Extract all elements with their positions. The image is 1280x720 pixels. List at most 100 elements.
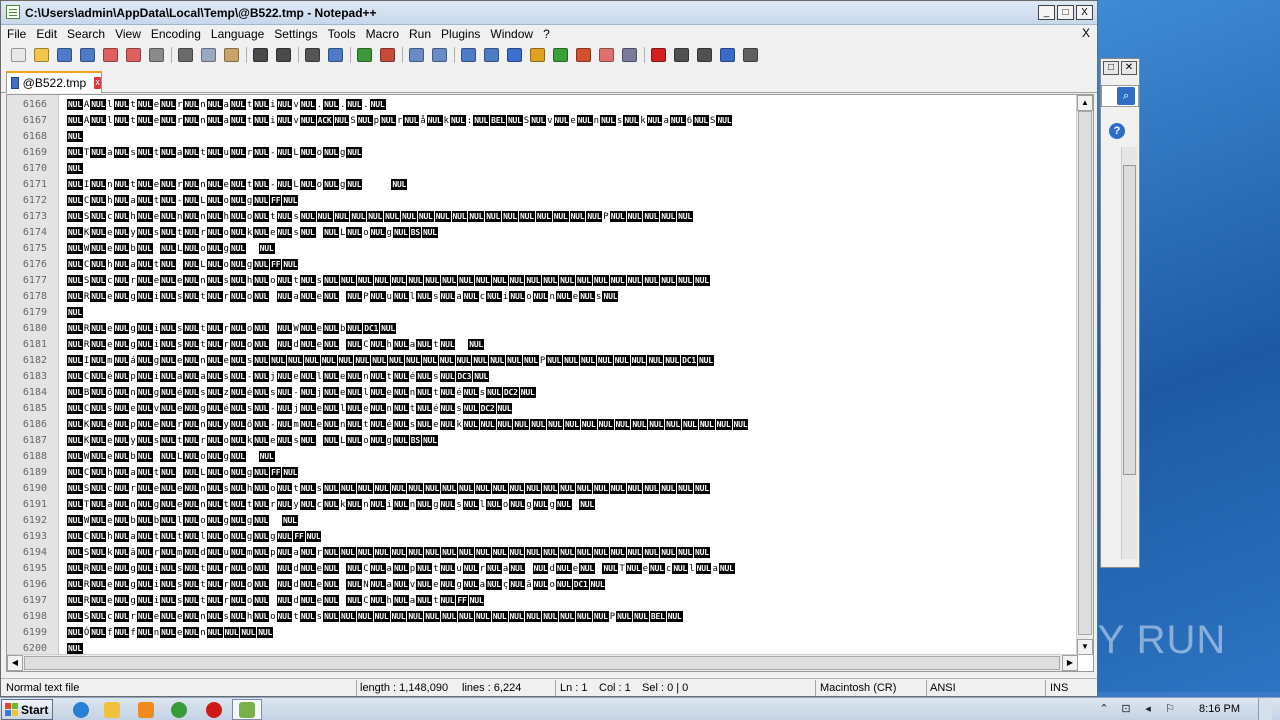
horizontal-scrollbar[interactable]: ◀ ▶	[7, 654, 1078, 671]
save-all-button[interactable]	[76, 45, 99, 65]
control-char-badge: ACK	[316, 115, 333, 126]
volume-icon[interactable]: ◂	[1141, 702, 1155, 716]
save-button[interactable]	[53, 45, 76, 65]
control-char-badge: NUL	[113, 227, 130, 238]
control-char-badge: NUL	[136, 99, 153, 110]
control-char-badge: NUL	[323, 483, 339, 494]
menu-file[interactable]: File	[1, 27, 31, 41]
menu-encoding[interactable]: Encoding	[146, 27, 206, 41]
show-all-chars-button[interactable]	[480, 45, 503, 65]
taskbar-explorer[interactable]	[97, 699, 127, 720]
function-list-button[interactable]	[572, 45, 595, 65]
undo-button[interactable]	[249, 45, 272, 65]
menu-view[interactable]: View	[110, 27, 146, 41]
text-area[interactable]: NUL A NUL l NUL t NUL e NUL r NUL n NUL a NUL t NUL i NUL v…	[67, 95, 1077, 655]
save-macro-button[interactable]	[739, 45, 762, 65]
text-char: o	[223, 532, 229, 542]
control-char-badge: NUL	[303, 355, 320, 366]
replace-button[interactable]	[324, 45, 347, 65]
control-char-badge: NUL	[229, 259, 246, 270]
network-icon[interactable]: ⊡	[1119, 702, 1133, 716]
taskbar-notepadpp[interactable]	[232, 699, 262, 720]
menu-plugins[interactable]: Plugins	[436, 27, 485, 41]
scroll-left-arrow-icon[interactable]: ◀	[7, 655, 23, 671]
title-bar[interactable]: C:\Users\admin\AppData\Local\Temp\@B522.…	[1, 1, 1097, 25]
control-char-badge: NUL	[407, 483, 424, 494]
run-macro-multiple-button[interactable]	[716, 45, 739, 65]
paste-button[interactable]	[220, 45, 243, 65]
taskbar-ie[interactable]	[66, 699, 96, 720]
menu-search[interactable]: Search	[62, 27, 110, 41]
status-insert-mode: INS	[1050, 682, 1069, 694]
menu-help[interactable]: ?	[538, 27, 555, 41]
editor[interactable]: 6166 6167 6168 6169 6170 6171 6172 6173 6174 6175…	[6, 94, 1094, 672]
user-lang-button[interactable]	[526, 45, 549, 65]
stop-macro-button[interactable]	[670, 45, 693, 65]
clock[interactable]: 8:16 PM	[1199, 703, 1240, 715]
vertical-scrollbar[interactable]: ▲ ▼	[1076, 95, 1093, 655]
replace-icon	[328, 48, 343, 62]
indent-guide-button[interactable]	[503, 45, 526, 65]
close-document-button[interactable]: X	[1082, 26, 1090, 40]
menu-macro[interactable]: Macro	[361, 27, 404, 41]
cut-button[interactable]	[174, 45, 197, 65]
tab-close-icon[interactable]: x	[94, 77, 101, 89]
tab-b522[interactable]: @B522.tmp x	[6, 71, 102, 93]
folder-workspace-button[interactable]	[595, 45, 618, 65]
control-char-badge: NUL	[136, 595, 153, 606]
minimize-button[interactable]: _	[1038, 5, 1055, 20]
control-char-badge: NUL	[486, 499, 502, 510]
menu-language[interactable]: Language	[206, 27, 269, 41]
menu-edit[interactable]: Edit	[31, 27, 62, 41]
sync-vertical-button[interactable]	[405, 45, 428, 65]
maximize-button[interactable]: □	[1103, 61, 1119, 75]
redo-button[interactable]	[272, 45, 295, 65]
maximize-button[interactable]: □	[1057, 5, 1074, 20]
help-icon[interactable]: ?	[1109, 123, 1125, 139]
control-char-badge: NUL	[160, 147, 176, 158]
sync-horizontal-button[interactable]	[428, 45, 451, 65]
text-line: NUL A NUL l NUL t NUL e NUL r NUL n NUL a NUL t NUL i NUL v…	[67, 113, 733, 129]
record-macro-button[interactable]	[647, 45, 670, 65]
taskbar-opera[interactable]	[199, 699, 229, 720]
menu-run[interactable]: Run	[404, 27, 436, 41]
control-char-badge: NUL	[253, 403, 270, 414]
vertical-scrollbar[interactable]	[1121, 147, 1137, 559]
doc-map-button[interactable]	[549, 45, 572, 65]
new-file-button[interactable]	[7, 45, 30, 65]
search-icon[interactable]: ⌕	[1117, 87, 1135, 105]
menu-settings[interactable]: Settings	[269, 27, 322, 41]
control-char-badge: NUL	[136, 435, 153, 446]
zoom-out-button[interactable]	[376, 45, 399, 65]
monitor-button[interactable]	[618, 45, 641, 65]
show-desktop-button[interactable]	[1258, 698, 1272, 720]
close-button[interactable]: X	[1076, 5, 1093, 20]
scroll-down-arrow-icon[interactable]: ▼	[1077, 639, 1093, 655]
word-wrap-button[interactable]	[457, 45, 480, 65]
start-button[interactable]: Start	[1, 699, 53, 720]
menu-window[interactable]: Window	[485, 27, 538, 41]
control-char-badge: NUL	[392, 435, 409, 446]
scroll-up-arrow-icon[interactable]: ▲	[1077, 95, 1093, 111]
close-button[interactable]	[99, 45, 122, 65]
play-macro-button[interactable]	[693, 45, 716, 65]
taskbar-chrome[interactable]	[164, 699, 194, 720]
scroll-thumb[interactable]	[1078, 111, 1092, 635]
copy-button[interactable]	[197, 45, 220, 65]
text-char: i	[153, 324, 160, 334]
show-hidden-icons-icon[interactable]: ⌃	[1097, 702, 1111, 716]
find-button[interactable]	[301, 45, 324, 65]
control-char-badge: NUL	[276, 483, 293, 494]
scroll-right-arrow-icon[interactable]: ▶	[1062, 655, 1078, 671]
print-button[interactable]	[145, 45, 168, 65]
opera-icon	[206, 701, 222, 718]
taskbar-media-player[interactable]	[131, 699, 161, 720]
control-char-badge: NUL	[416, 339, 433, 350]
close-button[interactable]: ✕	[1121, 61, 1137, 75]
action-center-flag-icon[interactable]: ⚐	[1163, 702, 1177, 716]
close-all-button[interactable]	[122, 45, 145, 65]
open-file-button[interactable]	[30, 45, 53, 65]
zoom-in-button[interactable]	[353, 45, 376, 65]
menu-tools[interactable]: Tools	[323, 27, 361, 41]
hscroll-thumb[interactable]	[24, 656, 1060, 670]
